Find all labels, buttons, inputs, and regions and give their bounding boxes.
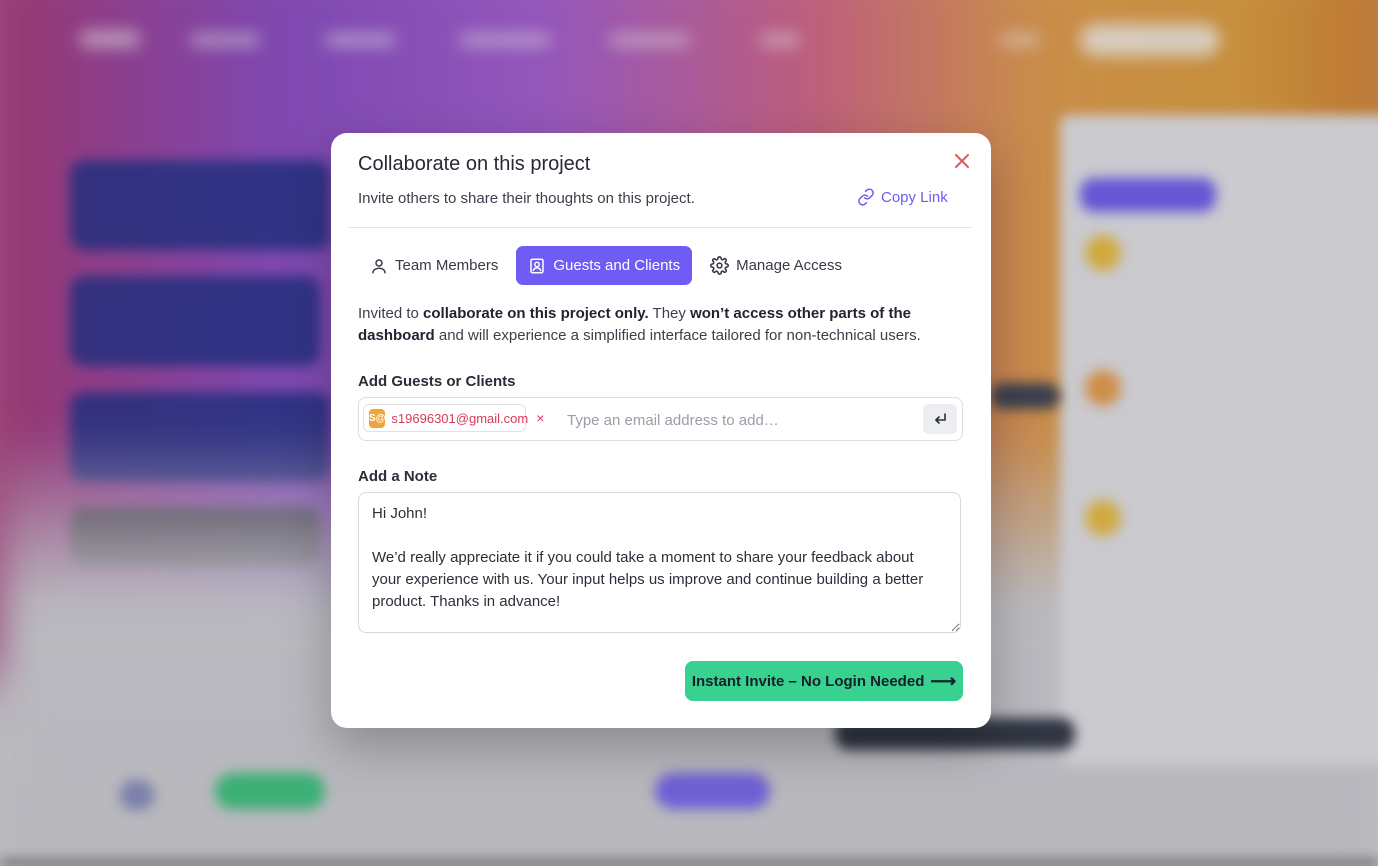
tab-manage-access[interactable]: Manage Access — [698, 246, 854, 285]
enter-icon — [935, 413, 946, 424]
modal-title: Collaborate on this project — [358, 153, 591, 175]
tab-label: Guests and Clients — [553, 257, 681, 274]
copy-link-button[interactable]: Copy Link — [857, 188, 948, 206]
tab-guests-and-clients[interactable]: Guests and Clients — [516, 246, 693, 285]
tab-label: Manage Access — [736, 257, 842, 274]
email-input[interactable] — [565, 408, 909, 432]
tab-label: Team Members — [395, 257, 499, 274]
close-icon — [955, 154, 969, 168]
add-email-button[interactable] — [923, 404, 957, 434]
link-icon — [858, 188, 874, 206]
description-text: Invited to — [358, 305, 424, 322]
submit-label: Instant Invite – No Login Needed — [691, 672, 925, 690]
chip-avatar: S@ — [369, 408, 386, 428]
email-chip: S@ s19696301@gmail.com × — [363, 404, 544, 432]
chip-email: s19696301@gmail.com — [391, 410, 529, 426]
arrow-right-icon: ⟶ — [930, 670, 957, 691]
header-divider — [349, 227, 972, 228]
modal-tabs: Team Members Guests and Clients Manage A… — [358, 246, 854, 285]
guests-label: Add Guests or Clients — [358, 373, 516, 390]
instant-invite-button[interactable]: Instant Invite – No Login Needed ⟶ — [685, 661, 963, 701]
tab-team-members[interactable]: Team Members — [358, 246, 510, 285]
description-text: and will experience a simplified interfa… — [434, 327, 921, 344]
user-icon — [372, 258, 386, 273]
copy-link-label: Copy Link — [881, 188, 948, 206]
gear-icon — [710, 256, 730, 275]
contact-card-icon — [530, 258, 545, 273]
guest-email-field[interactable]: S@ s19696301@gmail.com × — [358, 397, 963, 441]
description-text: They — [648, 305, 691, 322]
description-bold: collaborate on this project only. — [423, 305, 649, 322]
note-label: Add a Note — [358, 468, 438, 485]
note-textarea[interactable]: Hi John! We’d really appreciate it if yo… — [358, 492, 961, 633]
collaborate-modal: Collaborate on this project Invite other… — [331, 133, 991, 728]
chip-remove-button[interactable]: × — [536, 410, 544, 426]
close-button[interactable] — [951, 150, 973, 172]
modal-subtitle: Invite others to share their thoughts on… — [358, 190, 695, 207]
guests-description: Invited to collaborate on this project o… — [358, 303, 958, 347]
